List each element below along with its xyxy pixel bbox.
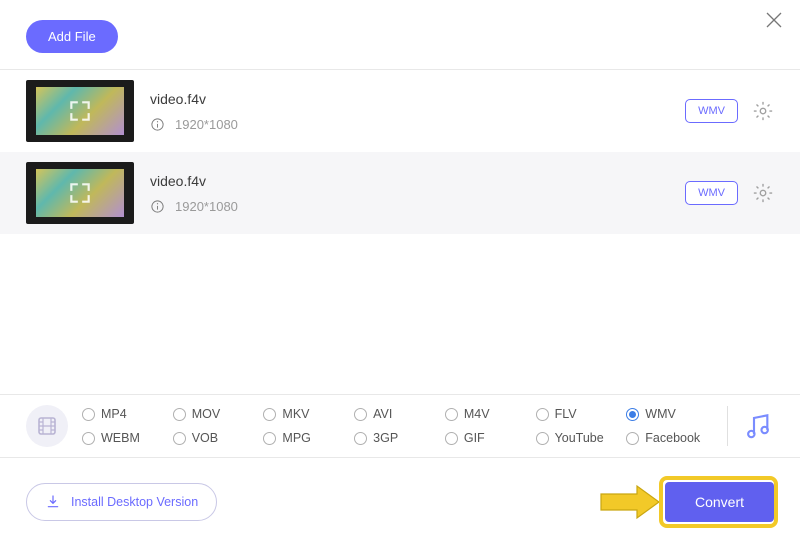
format-label: WMV [645, 407, 676, 421]
install-label: Install Desktop Version [71, 495, 198, 509]
format-label: AVI [373, 407, 392, 421]
format-badge[interactable]: WMV [685, 181, 738, 205]
file-name: video.f4v [150, 91, 669, 107]
formats-bar: MP4 MOV MKV AVI M4V FLV WMV WEBM VOB MPG 3GP GIF You… [0, 394, 800, 458]
expand-icon [67, 180, 93, 206]
film-icon [35, 414, 59, 438]
radio-icon [354, 432, 367, 445]
video-thumbnail[interactable] [26, 80, 134, 142]
file-meta: video.f4v 1920*1080 [150, 91, 669, 132]
format-option-mpg[interactable]: MPG [263, 431, 350, 445]
arrow-icon [599, 484, 661, 520]
file-info-row: 1920*1080 [150, 117, 669, 132]
format-option-m4v[interactable]: M4V [445, 407, 532, 421]
file-meta: video.f4v 1920*1080 [150, 173, 669, 214]
format-label: Facebook [645, 431, 700, 445]
convert-callout: Convert [599, 482, 774, 522]
format-badge[interactable]: WMV [685, 99, 738, 123]
radio-icon [626, 432, 639, 445]
format-option-youtube[interactable]: YouTube [536, 431, 623, 445]
format-option-flv[interactable]: FLV [536, 407, 623, 421]
format-label: M4V [464, 407, 490, 421]
file-row: video.f4v 1920*1080 WMV [0, 70, 800, 152]
format-label: MKV [282, 407, 309, 421]
info-icon [150, 117, 165, 132]
radio-icon [445, 432, 458, 445]
video-category-button[interactable] [26, 405, 68, 447]
format-label: MPG [282, 431, 310, 445]
format-option-mp4[interactable]: MP4 [82, 407, 169, 421]
radio-icon [82, 432, 95, 445]
format-option-gif[interactable]: GIF [445, 431, 532, 445]
file-actions: WMV [685, 181, 774, 205]
radio-icon [263, 408, 276, 421]
file-name: video.f4v [150, 173, 669, 189]
radio-icon [173, 408, 186, 421]
footer: Install Desktop Version Convert [0, 482, 800, 522]
format-option-3gp[interactable]: 3GP [354, 431, 441, 445]
format-label: MOV [192, 407, 220, 421]
format-label: VOB [192, 431, 218, 445]
settings-button[interactable] [752, 100, 774, 122]
video-thumbnail[interactable] [26, 162, 134, 224]
close-icon [762, 8, 786, 32]
radio-icon [626, 408, 639, 421]
radio-icon [354, 408, 367, 421]
format-option-vob[interactable]: VOB [173, 431, 260, 445]
file-row: video.f4v 1920*1080 WMV [0, 152, 800, 234]
format-option-mov[interactable]: MOV [173, 407, 260, 421]
format-label: 3GP [373, 431, 398, 445]
file-info-row: 1920*1080 [150, 199, 669, 214]
expand-icon [67, 98, 93, 124]
divider [727, 406, 728, 446]
file-dimensions: 1920*1080 [175, 199, 238, 214]
download-icon [45, 494, 61, 510]
format-label: FLV [555, 407, 577, 421]
format-label: MP4 [101, 407, 127, 421]
radio-icon [536, 408, 549, 421]
format-label: GIF [464, 431, 485, 445]
audio-category-button[interactable] [742, 410, 774, 442]
radio-icon [173, 432, 186, 445]
format-option-avi[interactable]: AVI [354, 407, 441, 421]
format-label: YouTube [555, 431, 604, 445]
radio-icon [263, 432, 276, 445]
format-option-mkv[interactable]: MKV [263, 407, 350, 421]
radio-icon [445, 408, 458, 421]
radio-icon [82, 408, 95, 421]
convert-button[interactable]: Convert [665, 482, 774, 522]
format-option-facebook[interactable]: Facebook [626, 431, 713, 445]
format-option-webm[interactable]: WEBM [82, 431, 169, 445]
settings-button[interactable] [752, 182, 774, 204]
format-label: WEBM [101, 431, 140, 445]
formats-grid: MP4 MOV MKV AVI M4V FLV WMV WEBM VOB MPG 3GP GIF You… [82, 407, 713, 445]
header: Add File [0, 0, 800, 70]
format-option-wmv[interactable]: WMV [626, 407, 713, 421]
radio-icon [536, 432, 549, 445]
install-desktop-button[interactable]: Install Desktop Version [26, 483, 217, 521]
add-file-button[interactable]: Add File [26, 20, 118, 53]
info-icon [150, 199, 165, 214]
file-actions: WMV [685, 99, 774, 123]
close-button[interactable] [762, 8, 786, 32]
file-dimensions: 1920*1080 [175, 117, 238, 132]
file-list: video.f4v 1920*1080 WMV video.f4v 1920*1… [0, 70, 800, 234]
